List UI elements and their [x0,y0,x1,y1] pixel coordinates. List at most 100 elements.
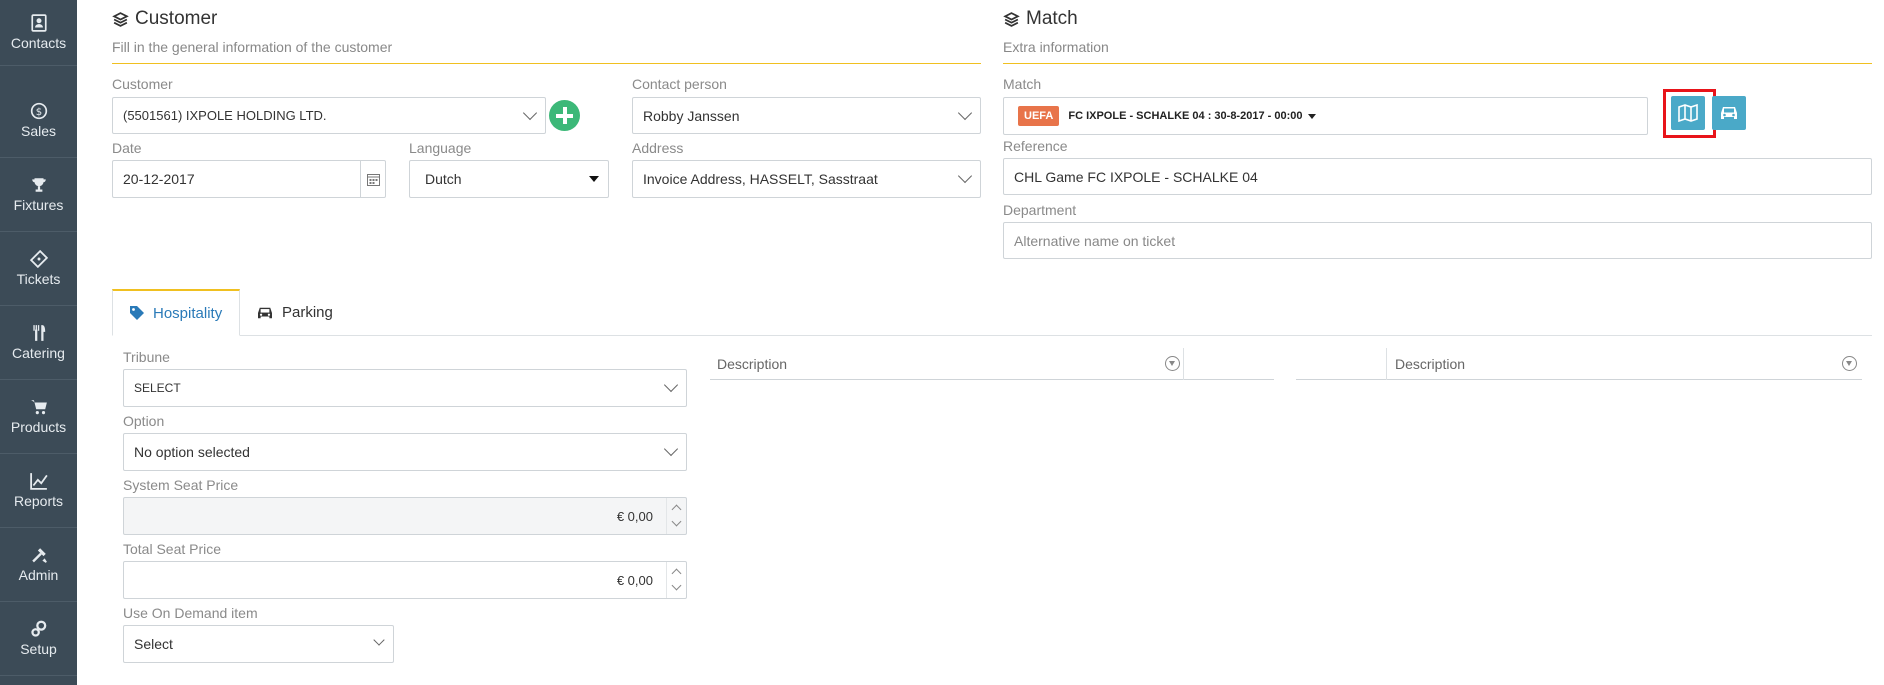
layers-icon [1003,11,1020,27]
calendar-icon[interactable] [360,161,385,197]
tab-hospitality[interactable]: Hospitality [112,289,240,336]
sidebar-item-contacts[interactable]: Contacts [0,0,77,66]
chevron-down-icon [663,441,679,457]
option-label: Option [123,413,165,429]
sidebar-item-label: Admin [18,567,59,583]
tools-icon [31,548,47,563]
filter-icon[interactable] [1165,356,1180,371]
language-select[interactable]: Dutch [409,160,609,198]
sidebar-item-fixtures[interactable]: Fixtures [0,158,77,232]
on-demand-select[interactable]: Select [123,625,394,663]
price-stepper[interactable] [666,498,686,534]
chevron-down-icon [957,168,973,184]
left-grid-header: Description [710,348,1274,380]
tab-parking[interactable]: Parking [256,289,356,336]
stepper-down-icon[interactable] [671,516,682,527]
sidebar-item-admin[interactable]: Admin [0,528,77,602]
reference-input[interactable]: CHL Game FC IXPOLE - SCHALKE 04 [1003,158,1872,195]
sidebar-item-label: Catering [12,345,65,361]
tag-icon [130,306,144,320]
column-separator [1386,348,1387,380]
divider [1003,63,1872,64]
chevron-down-icon [522,105,538,120]
department-placeholder: Alternative name on ticket [1014,232,1176,249]
map-button[interactable] [1671,96,1705,130]
grid-column-description[interactable]: Description [717,356,787,372]
stepper-down-icon[interactable] [671,580,682,591]
price-stepper[interactable] [666,562,686,598]
customer-label: Customer [112,76,173,92]
date-input[interactable]: 20-12-2017 [112,160,386,198]
date-value: 20-12-2017 [123,171,195,187]
cart-icon [30,400,47,415]
layers-icon [112,11,129,27]
map-icon [1678,104,1698,122]
tribune-select[interactable]: SELECT [123,369,687,407]
department-input[interactable]: Alternative name on ticket [1003,222,1872,259]
add-customer-button[interactable] [549,100,580,131]
customer-select[interactable]: (5501561) IXPOLE HOLDING LTD. [112,97,546,134]
customer-section-title: Customer [112,8,217,30]
address-label: Address [632,140,684,156]
chevron-down-icon [373,634,385,646]
on-demand-value: Select [134,636,173,652]
stepper-up-icon[interactable] [671,568,682,579]
sidebar-item-label: Tickets [16,271,61,287]
match-section-subtitle: Extra information [1003,39,1109,55]
total-seat-price-value: € 0,00 [616,572,653,588]
sidebar-item-sales[interactable]: $ Sales [0,84,77,158]
sidebar-item-label: Reports [13,493,64,509]
customer-section-subtitle: Fill in the general information of the c… [112,39,393,55]
right-grid-header: Description [1296,348,1862,380]
contact-person-select[interactable]: Robby Janssen [632,97,981,134]
customer-value: (5501561) IXPOLE HOLDING LTD. [123,108,327,123]
dropdown-arrow-icon [589,176,599,182]
trophy-icon [31,178,46,192]
cutlery-icon [32,325,45,341]
contacts-icon [30,14,47,32]
sidebar-item-label: Contacts [10,35,67,51]
sidebar-item-label: Products [10,419,67,435]
sidebar-item-setup[interactable]: Setup [0,602,77,676]
match-label: Match [1003,76,1042,92]
parking-button[interactable] [1712,96,1746,130]
car-icon [258,307,272,318]
tribune-value: SELECT [134,381,181,395]
total-seat-price-input[interactable]: € 0,00 [123,561,687,599]
sidebar-item-reports[interactable]: Reports [0,454,77,528]
tribune-label: Tribune [123,349,170,365]
address-select[interactable]: Invoice Address, HASSELT, Sasstraat [632,160,981,198]
ticket-icon [29,250,48,268]
reference-value: CHL Game FC IXPOLE - SCHALKE 04 [1014,168,1258,185]
language-value: Dutch [425,171,462,187]
sidebar-item-products[interactable]: Products [0,380,77,454]
grid-column-description[interactable]: Description [1395,356,1465,372]
sidebar-item-label: Setup [20,641,57,657]
match-select[interactable]: UEFA FC IXPOLE - SCHALKE 04 : 30-8-2017 … [1003,97,1648,135]
match-section-title: Match [1003,8,1078,30]
option-value: No option selected [134,444,250,460]
option-select[interactable]: No option selected [123,433,687,471]
divider [112,63,981,64]
department-label: Department [1003,202,1077,218]
filter-icon[interactable] [1842,356,1857,371]
on-demand-label: Use On Demand item [123,605,258,621]
contact-person-value: Robby Janssen [643,107,740,124]
contact-person-label: Contact person [632,76,727,92]
chart-icon [29,473,48,490]
date-label: Date [112,140,142,156]
reference-label: Reference [1003,138,1068,154]
dollar-icon: $ [30,102,47,120]
sidebar-item-label: Sales [20,123,57,139]
stepper-up-icon[interactable] [671,504,682,515]
column-separator [1183,348,1184,380]
tabs-divider [112,335,1872,336]
svg-text:$: $ [35,107,41,118]
sidebar-item-tickets[interactable]: Tickets [0,232,77,306]
language-label: Language [409,140,472,156]
sidebar-item-label: Fixtures [13,197,64,213]
dropdown-arrow-icon [1308,113,1317,119]
system-seat-price-input: € 0,00 [123,497,687,535]
gears-icon [30,620,46,637]
sidebar-item-catering[interactable]: Catering [0,306,77,380]
